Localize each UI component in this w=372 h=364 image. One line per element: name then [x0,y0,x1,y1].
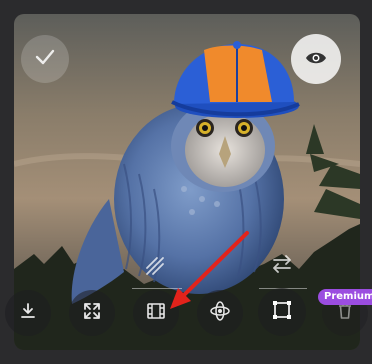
premium-badge: Premium [318,289,372,305]
expand-icon [82,301,102,325]
toolbar-separator [132,288,182,289]
crop-frame-icon [271,299,293,325]
crop-frame-button[interactable] [258,288,306,336]
download-button[interactable] [5,290,51,336]
trash-icon [337,302,353,324]
expand-button[interactable] [69,290,115,336]
film-strip-button[interactable] [133,290,179,336]
download-icon [19,302,37,324]
preview-button[interactable] [291,34,341,84]
diagonal-lines-icon[interactable] [141,252,169,280]
apply-button[interactable] [21,35,69,83]
film-strip-icon [146,302,166,324]
orbit-icon [209,300,231,326]
checkmark-icon [35,49,55,69]
swap-arrows-icon[interactable] [268,250,296,278]
orbit-button[interactable] [197,290,243,336]
eye-icon [305,50,327,69]
